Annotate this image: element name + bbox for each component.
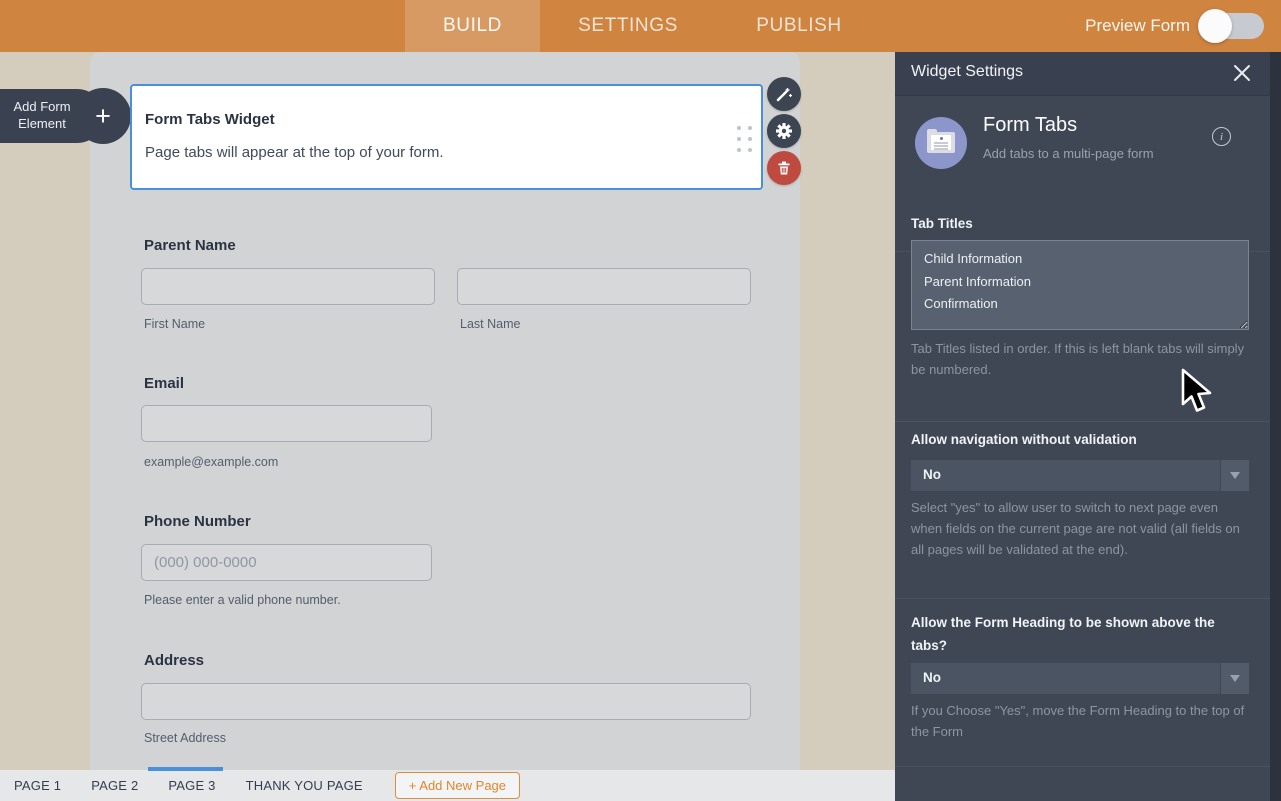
street-address-input[interactable] — [141, 683, 751, 720]
form-heading-label: Allow the Form Heading to be shown above… — [911, 611, 1245, 657]
form-tabs-widget-icon — [915, 117, 967, 169]
street-address-sublabel: Street Address — [144, 731, 226, 745]
last-name-input[interactable] — [457, 268, 751, 305]
section-divider — [895, 598, 1270, 599]
plus-icon: + — [75, 88, 131, 144]
phone-sublabel: Please enter a valid phone number. — [144, 593, 341, 607]
add-form-element-button[interactable]: Add Form Element + — [0, 88, 131, 143]
form-heading-value: No — [923, 670, 941, 685]
panel-header: Widget Settings — [895, 52, 1270, 96]
first-name-input[interactable] — [141, 268, 435, 305]
tab-titles-textarea[interactable]: Child Information Parent Information Con… — [911, 240, 1249, 330]
trash-icon — [776, 160, 792, 176]
field-label-phone: Phone Number — [144, 513, 251, 530]
top-tabs: BUILD SETTINGS PUBLISH — [405, 0, 882, 52]
section-divider — [895, 766, 1270, 767]
page-tab-3[interactable]: PAGE 3 — [168, 778, 215, 793]
field-label-address: Address — [144, 652, 204, 669]
magic-wand-icon — [775, 85, 793, 103]
email-sublabel: example@example.com — [144, 455, 278, 469]
chevron-down-icon — [1220, 663, 1249, 694]
preview-form-toggle[interactable] — [1200, 13, 1264, 39]
page-tab-thank-you[interactable]: THANK YOU PAGE — [246, 778, 363, 793]
toggle-knob — [1198, 9, 1232, 43]
allow-navigation-dropdown[interactable]: No — [911, 460, 1249, 491]
field-label-parent-name: Parent Name — [144, 237, 236, 254]
page-tab-1[interactable]: PAGE 1 — [14, 778, 61, 793]
tab-settings[interactable]: SETTINGS — [540, 0, 716, 52]
widget-settings-panel: Widget Settings Form Tabs Add tabs to a … — [895, 52, 1281, 801]
tab-publish[interactable]: PUBLISH — [716, 0, 882, 52]
tab-titles-help: Tab Titles listed in order. If this is l… — [911, 338, 1251, 380]
gear-icon — [775, 122, 793, 140]
info-icon[interactable]: i — [1212, 127, 1231, 146]
field-label-email: Email — [144, 375, 184, 392]
form-tabs-widget-card[interactable]: Form Tabs Widget Page tabs will appear a… — [130, 84, 763, 190]
last-name-sublabel: Last Name — [460, 317, 520, 331]
widget-name: Form Tabs — [983, 114, 1077, 137]
allow-navigation-help: Select "yes" to allow user to switch to … — [911, 497, 1251, 560]
page-tabs-bar: PAGE 1 PAGE 2 PAGE 3 THANK YOU PAGE + Ad… — [0, 770, 895, 801]
add-element-label: Add Form Element — [10, 98, 74, 132]
page-tab-2[interactable]: PAGE 2 — [91, 778, 138, 793]
close-icon[interactable] — [1232, 63, 1252, 83]
first-name-sublabel: First Name — [144, 317, 205, 331]
section-divider — [895, 421, 1270, 422]
allow-navigation-value: No — [923, 467, 941, 482]
chevron-down-icon — [1220, 460, 1249, 491]
email-input[interactable] — [141, 405, 432, 442]
widget-card-title: Form Tabs Widget — [145, 111, 275, 128]
widget-settings-button[interactable] — [767, 114, 801, 148]
add-new-page-button[interactable]: + Add New Page — [395, 772, 520, 799]
form-builder-app: BUILD SETTINGS PUBLISH Preview Form Add … — [0, 0, 1281, 801]
tab-build[interactable]: BUILD — [405, 0, 540, 52]
widget-card-description: Page tabs will appear at the top of your… — [145, 144, 444, 161]
panel-scrollbar-track[interactable] — [1270, 52, 1281, 801]
allow-navigation-label: Allow navigation without validation — [911, 428, 1137, 451]
phone-input[interactable] — [141, 544, 432, 581]
form-heading-dropdown[interactable]: No — [911, 663, 1249, 694]
delete-widget-button[interactable] — [767, 151, 801, 185]
widget-subtitle: Add tabs to a multi-page form — [983, 146, 1154, 161]
drag-handle-icon[interactable] — [737, 126, 752, 152]
preview-form-label: Preview Form — [1085, 16, 1190, 36]
tab-titles-label: Tab Titles — [911, 212, 973, 235]
magic-wand-button[interactable] — [767, 77, 801, 111]
panel-title: Widget Settings — [911, 63, 1023, 81]
form-heading-help: If you Choose "Yes", move the Form Headi… — [911, 700, 1251, 742]
top-navigation-bar: BUILD SETTINGS PUBLISH Preview Form — [0, 0, 1281, 52]
